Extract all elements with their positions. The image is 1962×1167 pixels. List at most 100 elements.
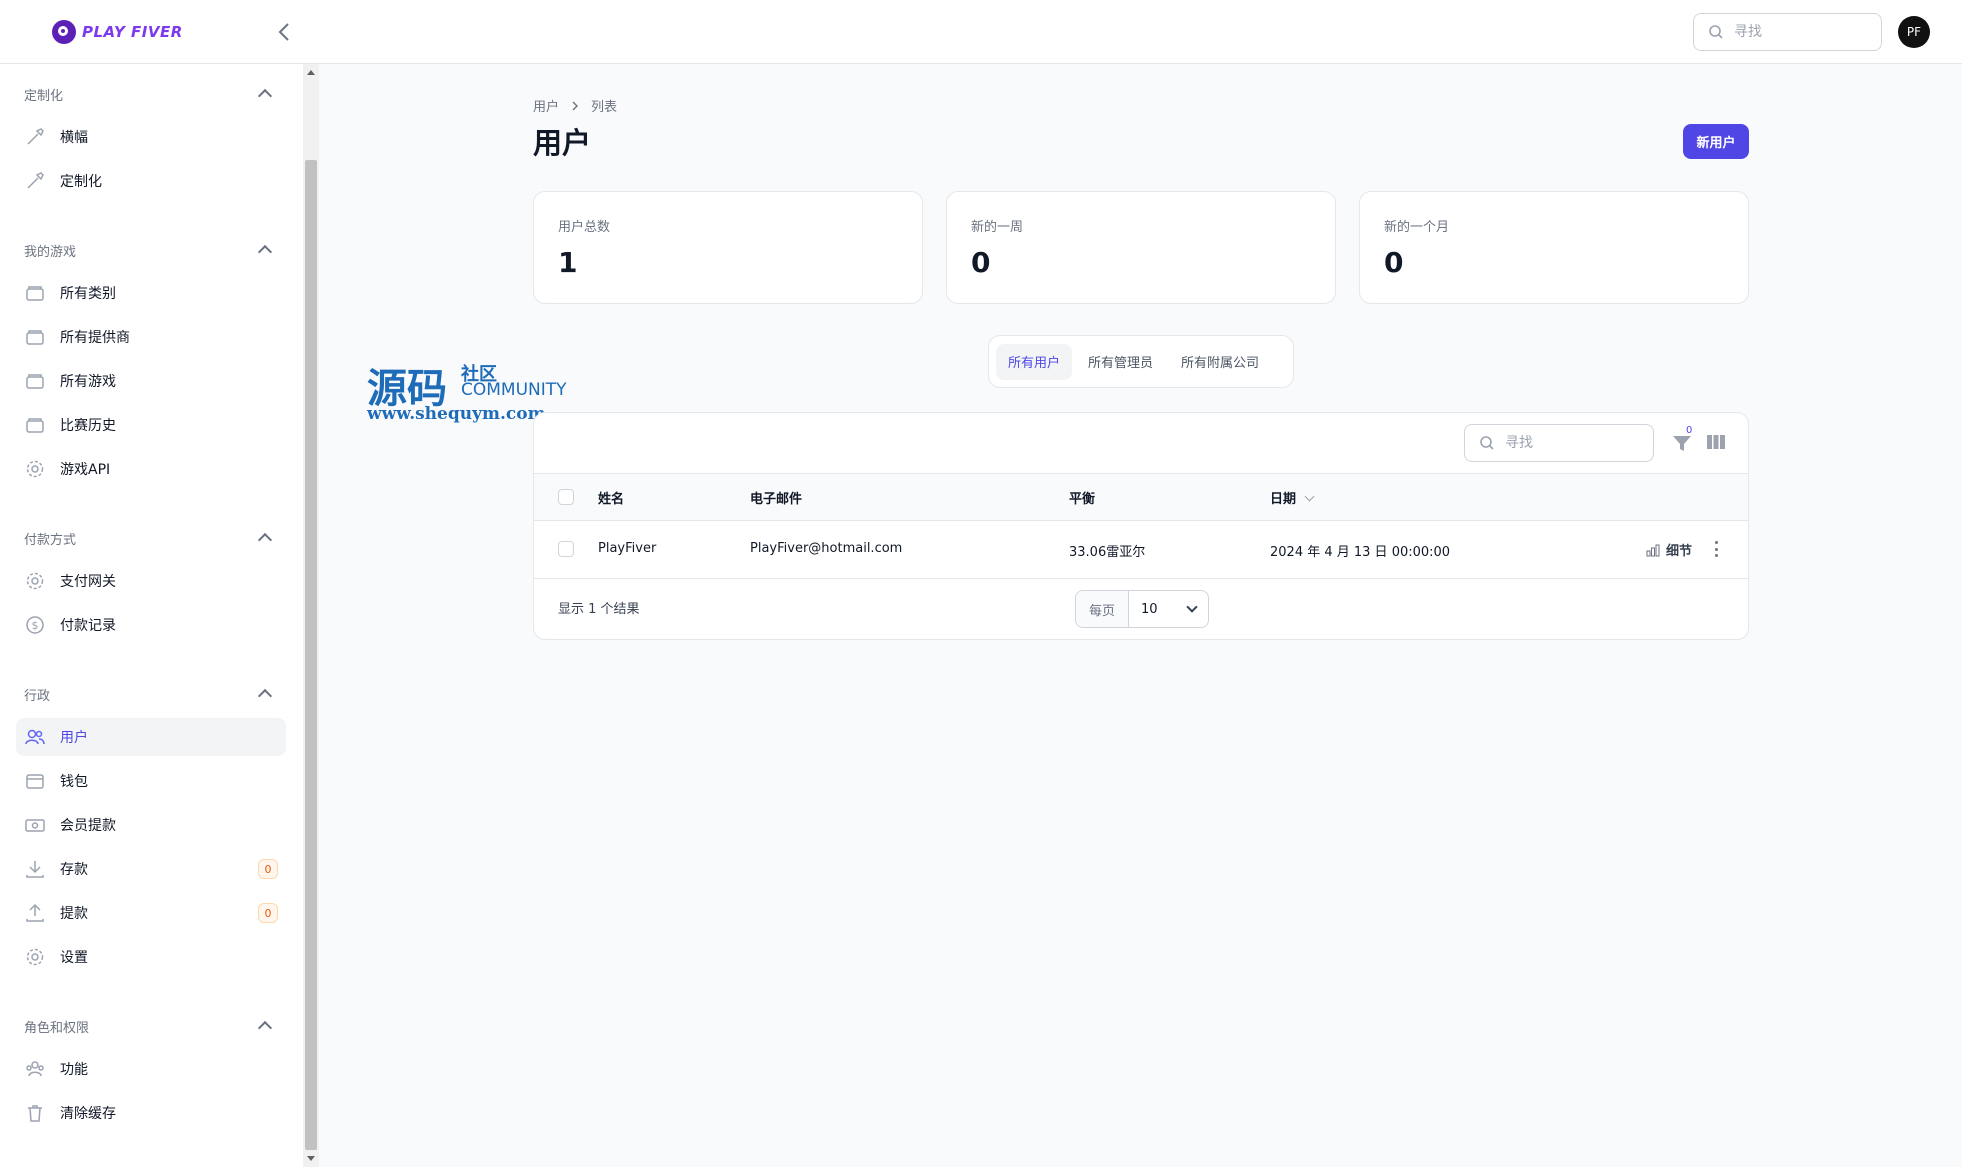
cell-date: 2024 年 4 月 13 日 00:00:00 <box>1270 545 1451 560</box>
sidebar-item-label: 钱包 <box>60 774 88 790</box>
global-search[interactable] <box>1693 13 1882 51</box>
user-avatar[interactable]: PF <box>1898 16 1930 48</box>
sidebar-group-payment-methods[interactable]: 付款方式 <box>24 526 276 550</box>
logo[interactable]: PLAY FIVER <box>52 20 183 44</box>
column-name[interactable]: 姓名 <box>598 488 624 507</box>
row-checkbox[interactable] <box>558 541 574 557</box>
upload-icon <box>24 902 46 924</box>
chevron-left-icon <box>278 23 289 41</box>
folder-icon <box>24 414 46 436</box>
download-icon <box>24 858 46 880</box>
gear-icon <box>24 946 46 968</box>
breadcrumb-list: 列表 <box>591 100 618 115</box>
row-detail-label: 细节 <box>1666 544 1693 559</box>
breadcrumb-users[interactable]: 用户 <box>533 96 559 115</box>
sidebar-item-label: 设置 <box>60 950 88 966</box>
sidebar-item-label: 横幅 <box>60 130 88 146</box>
sidebar-item-wallet[interactable]: 钱包 <box>16 762 286 800</box>
chevron-up-icon <box>257 244 273 260</box>
sidebar-item-users[interactable]: 用户 <box>16 718 286 756</box>
sidebar-item-payment-records[interactable]: $ 付款记录 <box>16 606 286 644</box>
sidebar-item-game-api[interactable]: 游戏API <box>16 450 286 488</box>
column-date[interactable]: 日期 <box>1270 488 1315 507</box>
withdrawals-count-badge: 0 <box>258 903 278 923</box>
scroll-down-arrow[interactable] <box>307 1156 315 1161</box>
table-search-input[interactable] <box>1503 434 1627 452</box>
watermark: 源码 社区 COMMUNITY www.shequym.com <box>367 356 567 424</box>
sidebar-group-label: 角色和权限 <box>24 1020 90 1036</box>
sidebar-item-member-withdrawals[interactable]: 会员提款 <box>16 806 286 844</box>
filter-count-badge: 0 <box>1686 425 1693 436</box>
column-date-label: 日期 <box>1270 492 1297 507</box>
sidebar-group-label: 行政 <box>24 688 51 704</box>
collapse-sidebar-button[interactable] <box>272 18 296 46</box>
sidebar-item-customization[interactable]: 定制化 <box>16 162 286 200</box>
sidebar-item-functions[interactable]: 功能 <box>16 1050 286 1088</box>
sidebar-group-my-games[interactable]: 我的游戏 <box>24 238 276 262</box>
columns-icon[interactable] <box>1706 433 1726 451</box>
sidebar-item-all-categories[interactable]: 所有类别 <box>16 274 286 312</box>
tab-all-affiliates[interactable]: 所有附属公司 <box>1169 344 1271 380</box>
global-search-input[interactable] <box>1732 23 1856 41</box>
sidebar-item-label: 提款 <box>60 906 88 922</box>
sidebar-item-payment-gateway[interactable]: 支付网关 <box>16 562 286 600</box>
tab-all-admins[interactable]: 所有管理员 <box>1076 344 1165 380</box>
scroll-thumb[interactable] <box>305 160 317 1150</box>
cell-balance: 33.06雷亚尔 <box>1069 545 1146 560</box>
chevron-up-icon <box>257 88 273 104</box>
per-page-select[interactable]: 10 <box>1129 591 1208 627</box>
stat-value: 0 <box>971 246 991 279</box>
trash-icon <box>24 1102 46 1124</box>
new-user-button[interactable]: 新用户 <box>1683 124 1749 159</box>
top-bar: PLAY FIVER PF <box>0 0 1962 64</box>
sidebar-item-deposits[interactable]: 存款 0 <box>16 850 286 888</box>
table-search[interactable] <box>1464 424 1654 462</box>
sidebar-item-label: 清除缓存 <box>60 1106 116 1122</box>
sidebar-item-withdrawals[interactable]: 提款 0 <box>16 894 286 932</box>
sidebar-item-all-providers[interactable]: 所有提供商 <box>16 318 286 356</box>
users-table: 0 姓名 电子邮件 平衡 日期 PlayFiver PlayFiver@hotm… <box>533 412 1749 640</box>
sidebar-group-label: 定制化 <box>24 88 64 104</box>
stat-value: 1 <box>558 246 578 279</box>
select-all-checkbox[interactable] <box>558 489 574 505</box>
folder-icon <box>24 326 46 348</box>
sidebar-group-label: 付款方式 <box>24 532 77 548</box>
chevron-right-icon <box>572 101 579 110</box>
cell-name: PlayFiver <box>598 541 657 556</box>
chevron-up-icon <box>257 1020 273 1036</box>
column-balance[interactable]: 平衡 <box>1069 488 1095 507</box>
tab-all-users[interactable]: 所有用户 <box>996 343 1073 380</box>
table-header: 姓名 电子邮件 平衡 日期 <box>534 473 1748 521</box>
sidebar-item-label: 存款 <box>60 862 88 878</box>
sidebar-group-administration[interactable]: 行政 <box>24 682 276 706</box>
sidebar-group-customization[interactable]: 定制化 <box>24 82 276 106</box>
search-icon <box>1480 436 1494 450</box>
user-group-icon <box>24 1058 46 1080</box>
stat-card-new-week: 新的一周 0 <box>946 191 1336 304</box>
sidebar-item-all-games[interactable]: 所有游戏 <box>16 362 286 400</box>
sidebar-item-match-history[interactable]: 比赛历史 <box>16 406 286 444</box>
stat-label: 用户总数 <box>558 220 611 235</box>
sidebar: 定制化 横幅 定制化 我的游戏 所有类别 所有提供商 所有游戏 比赛历史 游戏A… <box>0 64 303 1167</box>
row-detail-button[interactable]: 细节 <box>1646 540 1692 559</box>
sidebar-scrollbar[interactable] <box>303 64 319 1167</box>
sidebar-item-settings[interactable]: 设置 <box>16 938 286 976</box>
sidebar-item-label: 所有类别 <box>60 286 116 302</box>
per-page-control: 每页 10 <box>1075 590 1209 628</box>
column-email[interactable]: 电子邮件 <box>750 488 802 507</box>
per-page-label: 每页 <box>1076 591 1129 627</box>
sidebar-item-label: 比赛历史 <box>60 418 116 434</box>
per-page-value: 10 <box>1141 601 1158 617</box>
sidebar-item-banner[interactable]: 横幅 <box>16 118 286 156</box>
chevron-up-icon <box>257 532 273 548</box>
sidebar-group-roles-permissions[interactable]: 角色和权限 <box>24 1014 276 1038</box>
page-title: 用户 <box>533 126 592 160</box>
sidebar-item-clear-cache[interactable]: 清除缓存 <box>16 1094 286 1132</box>
stat-card-new-month: 新的一个月 0 <box>1359 191 1749 304</box>
deposits-count-badge: 0 <box>258 859 278 879</box>
sort-chevron-icon <box>1304 491 1315 502</box>
sidebar-item-label: 会员提款 <box>60 818 116 834</box>
scroll-up-arrow[interactable] <box>307 70 315 75</box>
users-icon <box>24 726 46 748</box>
row-more-icon[interactable] <box>1712 539 1720 559</box>
